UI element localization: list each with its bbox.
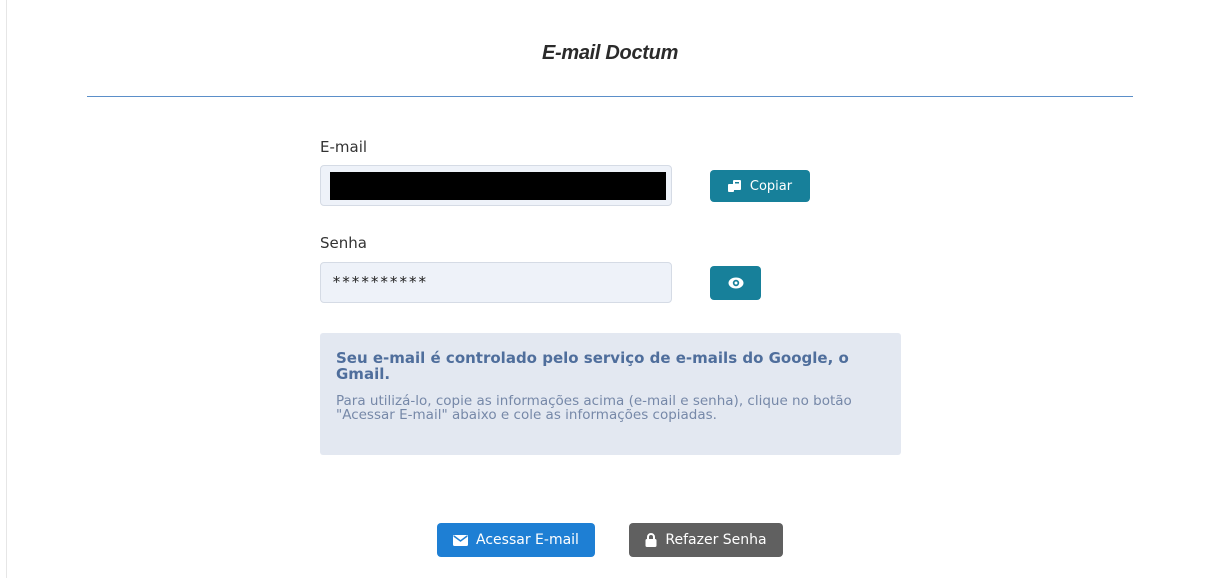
password-value: ********** xyxy=(332,273,428,291)
eye-icon xyxy=(728,277,744,289)
reset-password-button[interactable]: Refazer Senha xyxy=(629,523,783,557)
title-divider xyxy=(87,96,1133,97)
copy-button-label: Copiar xyxy=(749,178,793,194)
lock-icon xyxy=(645,533,657,547)
email-field[interactable] xyxy=(320,165,672,206)
email-label: E-mail xyxy=(320,138,368,156)
page-title: E-mail Doctum xyxy=(541,42,679,64)
password-label: Senha xyxy=(320,234,367,252)
left-border xyxy=(6,0,7,578)
info-title: Seu e-mail é controlado pelo serviço de … xyxy=(336,349,849,383)
copy-icon xyxy=(727,179,742,193)
show-password-button[interactable] xyxy=(710,266,761,300)
access-email-label: Acessar E-mail xyxy=(476,532,579,548)
page: E-mail Doctum E-mail Copiar Senha ******… xyxy=(0,0,1206,578)
password-field[interactable]: ********** xyxy=(320,262,672,303)
access-email-button[interactable]: Acessar E-mail xyxy=(437,523,595,557)
gmail-info-box: Seu e-mail é controlado pelo serviço de … xyxy=(320,333,901,455)
redacted-email-value xyxy=(330,172,666,200)
envelope-icon xyxy=(453,534,469,546)
reset-password-label: Refazer Senha xyxy=(665,532,767,548)
info-text: Para utilizá-lo, copie as informações ac… xyxy=(336,393,852,423)
copy-email-button[interactable]: Copiar xyxy=(710,170,810,202)
